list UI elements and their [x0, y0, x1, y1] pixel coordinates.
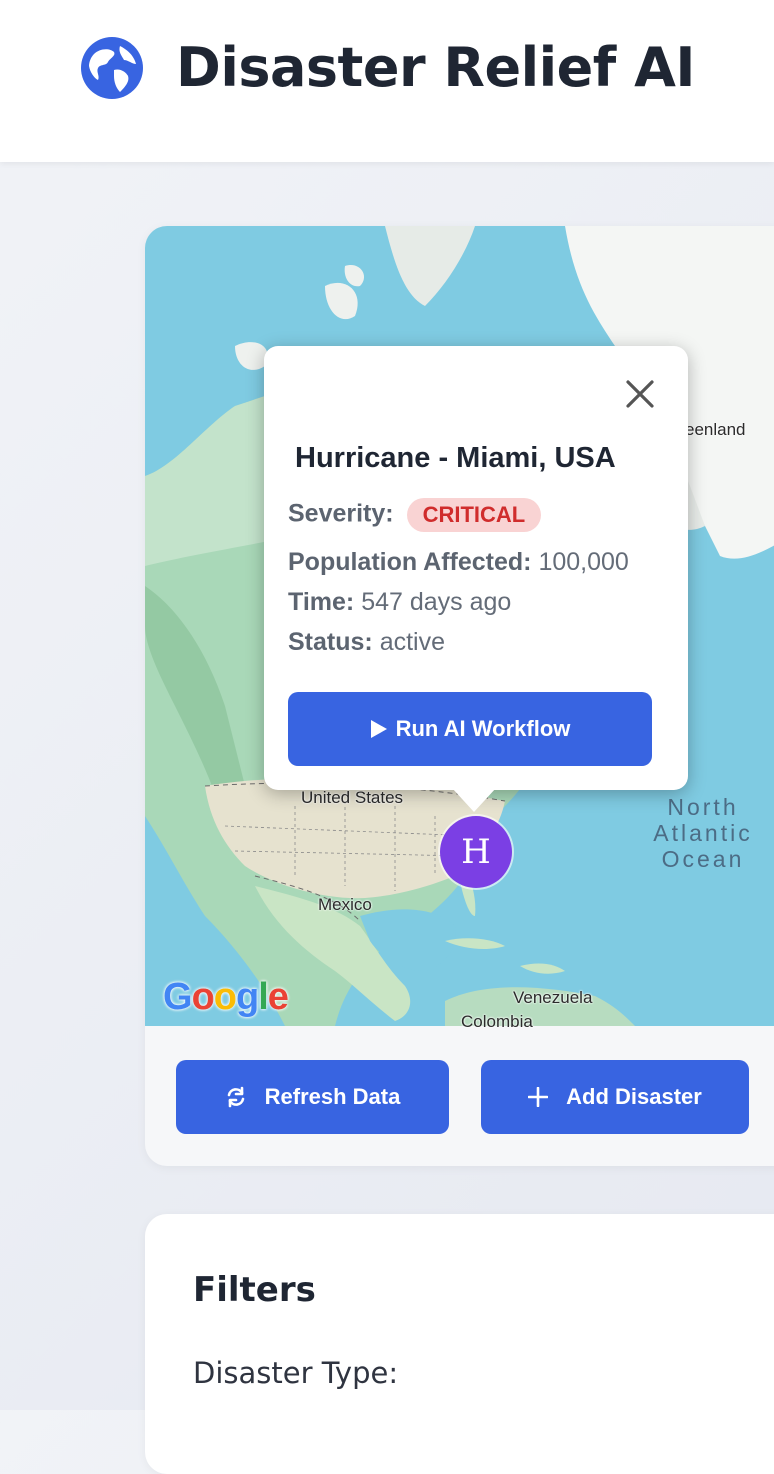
population-value: 100,000 [538, 548, 629, 576]
ocean-line-2: Atlantic [653, 820, 753, 846]
population-label: Population Affected: [288, 548, 532, 576]
status-row: Status: active [288, 628, 445, 657]
ocean-line-1: North [667, 794, 739, 820]
popup-tail [452, 788, 496, 812]
map-card: eenland United States Mexico Venezuela C… [145, 226, 774, 1166]
population-row: Population Affected: 100,000 [288, 548, 629, 577]
map-label-greenland: eenland [685, 420, 746, 439]
disaster-info-popup: Hurricane - Miami, USA Severity: CRITICA… [264, 346, 688, 812]
refresh-label: Refresh Data [264, 1084, 401, 1109]
app-title: Disaster Relief AI [176, 36, 695, 99]
add-label: Add Disaster [566, 1084, 702, 1109]
app-header: Disaster Relief AI [0, 0, 774, 162]
disaster-type-label: Disaster Type: [193, 1356, 399, 1390]
play-icon [370, 720, 387, 738]
plus-icon [528, 1087, 549, 1107]
map-label-mexico: Mexico [318, 895, 372, 914]
popup-title: Hurricane - Miami, USA [295, 442, 616, 474]
map-label-united-states: United States [301, 788, 404, 807]
status-value: active [379, 628, 445, 656]
globe-icon [81, 37, 143, 99]
add-disaster-button[interactable]: Add Disaster [481, 1060, 749, 1134]
severity-badge: CRITICAL [406, 498, 542, 532]
filters-title: Filters [193, 1270, 316, 1310]
refresh-data-button[interactable]: Refresh Data [176, 1060, 449, 1134]
map-label-ocean: North Atlantic Ocean [641, 794, 765, 872]
status-label: Status: [288, 628, 373, 656]
hurricane-marker[interactable]: H [440, 816, 512, 888]
ocean-line-3: Ocean [661, 846, 745, 872]
refresh-icon [227, 1086, 244, 1108]
google-logo: Google [163, 976, 289, 1018]
time-label: Time: [288, 588, 355, 616]
time-value: 547 days ago [361, 588, 512, 616]
map-label-colombia: Colombia [461, 1012, 533, 1031]
map-label-venezuela: Venezuela [513, 988, 593, 1007]
run-ai-workflow-button[interactable]: Run AI Workflow [288, 692, 652, 766]
close-icon [626, 380, 654, 408]
severity-label: Severity: [288, 499, 394, 528]
close-popup-button[interactable] [620, 374, 660, 414]
time-row: Time: 547 days ago [288, 588, 511, 617]
severity-row: Severity: CRITICAL [288, 498, 542, 532]
filters-card: Filters Disaster Type: [145, 1214, 774, 1474]
disaster-map[interactable]: eenland United States Mexico Venezuela C… [145, 226, 774, 1031]
run-button-label: Run AI Workflow [395, 716, 571, 741]
